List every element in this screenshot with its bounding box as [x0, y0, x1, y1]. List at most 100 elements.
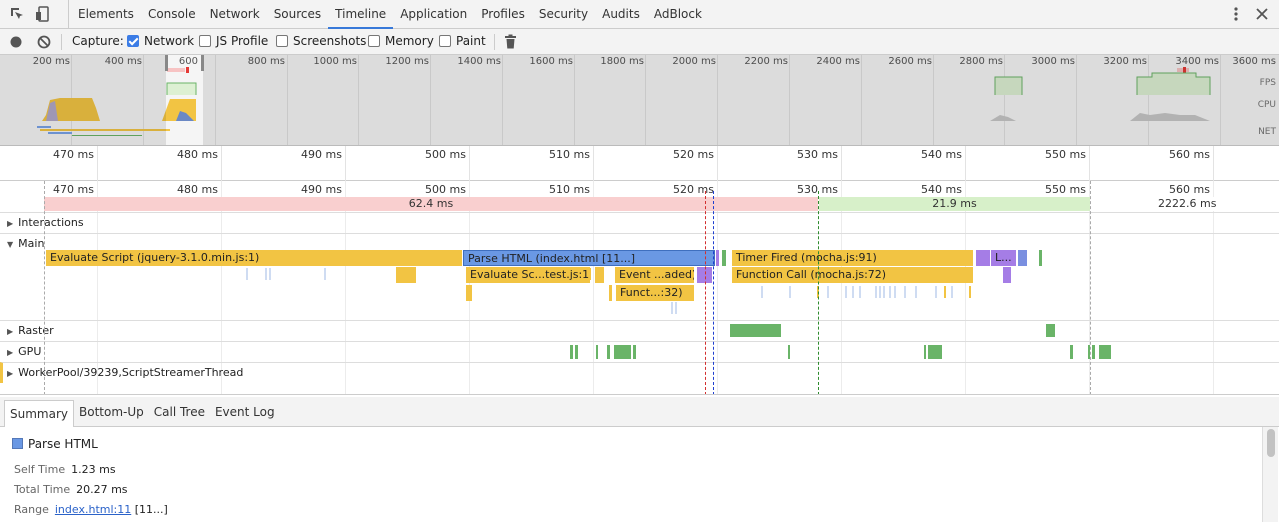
ruler-tick: 520 ms — [673, 148, 714, 161]
tab-bottom-up[interactable]: Bottom-Up — [74, 397, 149, 427]
paint-checkbox[interactable]: Paint — [439, 29, 486, 55]
inspect-element-icon[interactable] — [9, 6, 25, 22]
event-rendering[interactable] — [716, 250, 719, 266]
frame-boundary — [1090, 181, 1091, 394]
capture-label: Capture: — [72, 34, 124, 48]
tab-elements[interactable]: Elements — [71, 0, 141, 29]
flame-tick: 560 ms — [1169, 183, 1210, 196]
track-worker[interactable]: ▶ WorkerPool/39239,ScriptStreamerThread — [0, 362, 1279, 383]
total-time-label: Total Time — [14, 483, 71, 496]
summary-panel: Parse HTML Self Time 1.23 ms Total Time 20… — [0, 427, 1279, 522]
event-evaluate-script[interactable]: Evaluate Script (jquery-3.1.0.min.js:1) — [46, 250, 462, 266]
js-profile-checkbox-label: JS Profile — [216, 34, 269, 48]
ruler-tick: 510 ms — [549, 148, 590, 161]
range-row: Range index.html:11 [11...] — [14, 503, 168, 516]
flame-tick: 540 ms — [921, 183, 962, 196]
flame-tick: 490 ms — [301, 183, 342, 196]
flame-tick: 470 ms — [53, 183, 94, 196]
tab-application[interactable]: Application — [393, 0, 474, 29]
self-time-value: 1.23 ms — [71, 463, 116, 476]
event-layout[interactable]: L... — [991, 250, 1016, 266]
paint-checkbox-label: Paint — [456, 34, 486, 48]
flame-tick: 550 ms — [1045, 183, 1086, 196]
range-extra: [11...] — [134, 503, 168, 516]
total-time-value: 20.27 ms — [76, 483, 128, 496]
flame-tick: 480 ms — [177, 183, 218, 196]
tab-audits[interactable]: Audits — [595, 0, 647, 29]
track-raster-label: Raster — [18, 324, 54, 337]
timeline-toolbar: Capture: Network JS Profile Screenshots … — [0, 29, 1279, 55]
raster-event[interactable] — [730, 324, 781, 337]
track-main-label: Main — [18, 237, 45, 250]
device-mode-icon[interactable] — [35, 6, 51, 22]
self-time-label: Self Time — [14, 463, 66, 476]
track-raster[interactable]: ▶ Raster — [0, 320, 1279, 341]
screenshots-checkbox-label: Screenshots — [293, 34, 367, 48]
event-rendering[interactable] — [976, 250, 990, 266]
frame-bar[interactable]: 62.4 ms — [44, 197, 818, 211]
window-handle-left[interactable] — [165, 55, 168, 71]
dom-content-loaded-marker — [713, 191, 714, 394]
event-painting[interactable] — [722, 250, 726, 266]
expand-arrow-icon[interactable]: ▶ — [7, 364, 13, 384]
tab-event-log[interactable]: Event Log — [210, 397, 280, 427]
expand-arrow-icon[interactable]: ▶ — [7, 214, 13, 234]
total-time-row: Total Time 20.27 ms — [14, 483, 128, 496]
frame-bar[interactable]: 21.9 ms — [819, 197, 1090, 211]
tab-call-tree[interactable]: Call Tree — [149, 397, 210, 427]
timeline-overview[interactable]: 200 ms 400 ms 600 800 ms 1000 ms 1200 ms… — [0, 55, 1279, 146]
track-interactions[interactable]: ▶ Interactions — [0, 212, 1279, 233]
network-checkbox-label: Network — [144, 34, 195, 48]
raster-event[interactable] — [1046, 324, 1055, 337]
category-swatch-icon — [12, 438, 23, 449]
event-rendering[interactable] — [1018, 250, 1027, 266]
window-handle-right[interactable] — [201, 55, 204, 71]
scroll-thumb[interactable] — [1267, 429, 1275, 457]
range-link[interactable]: index.html:11 — [55, 503, 131, 516]
event-timer-fired[interactable]: Timer Fired (mocha.js:91) — [732, 250, 973, 266]
tab-security[interactable]: Security — [532, 0, 595, 29]
more-vertical-icon[interactable] — [1229, 6, 1243, 22]
first-paint-marker — [818, 191, 819, 394]
ruler-tick: 560 ms — [1169, 148, 1210, 161]
network-checkbox[interactable]: Network — [127, 29, 194, 55]
checkbox-checked-icon[interactable] — [127, 35, 139, 47]
details-scrollbar[interactable] — [1262, 427, 1278, 522]
flame-chart[interactable]: 470 ms 480 ms 490 ms 500 ms 510 ms 520 m… — [0, 181, 1279, 395]
js-profile-checkbox[interactable]: JS Profile — [199, 29, 268, 55]
frame-boundary — [44, 181, 45, 394]
collapse-arrow-icon[interactable]: ▼ — [7, 235, 13, 255]
overview-dim-left — [0, 55, 166, 145]
activity-marks — [246, 268, 971, 314]
panel-tabs: Elements Console Network Sources Timelin… — [68, 0, 709, 29]
range-label: Range — [14, 503, 49, 516]
ruler-tick: 500 ms — [425, 148, 466, 161]
tab-adblock[interactable]: AdBlock — [647, 0, 709, 29]
trash-icon[interactable] — [504, 34, 517, 49]
screenshots-checkbox[interactable]: Screenshots — [276, 29, 366, 55]
gpu-events — [570, 345, 1111, 359]
checkbox-icon[interactable] — [439, 35, 451, 47]
expand-arrow-icon[interactable]: ▶ — [7, 322, 13, 342]
tab-summary[interactable]: Summary — [4, 400, 74, 427]
ruler-tick: 470 ms — [53, 148, 94, 161]
summary-title: Parse HTML — [12, 437, 98, 451]
frame-bar[interactable]: 2222.6 ms — [1091, 197, 1279, 211]
tab-console[interactable]: Console — [141, 0, 203, 29]
close-icon[interactable] — [1256, 8, 1268, 20]
event-parse-html[interactable]: Parse HTML (index.html [11...] — [463, 250, 715, 266]
memory-checkbox[interactable]: Memory — [368, 29, 434, 55]
tab-timeline[interactable]: Timeline — [328, 0, 394, 29]
clear-icon[interactable] — [37, 35, 51, 49]
event-painting[interactable] — [1039, 250, 1042, 266]
tab-profiles[interactable]: Profiles — [474, 0, 532, 29]
tab-network[interactable]: Network — [203, 0, 267, 29]
checkbox-icon[interactable] — [199, 35, 211, 47]
tab-sources[interactable]: Sources — [267, 0, 328, 29]
ruler-tick: 530 ms — [797, 148, 838, 161]
record-icon[interactable] — [9, 35, 23, 49]
toolbar-divider — [494, 34, 495, 50]
checkbox-icon[interactable] — [276, 35, 288, 47]
overview-dim-right — [203, 55, 1279, 145]
checkbox-icon[interactable] — [368, 35, 380, 47]
